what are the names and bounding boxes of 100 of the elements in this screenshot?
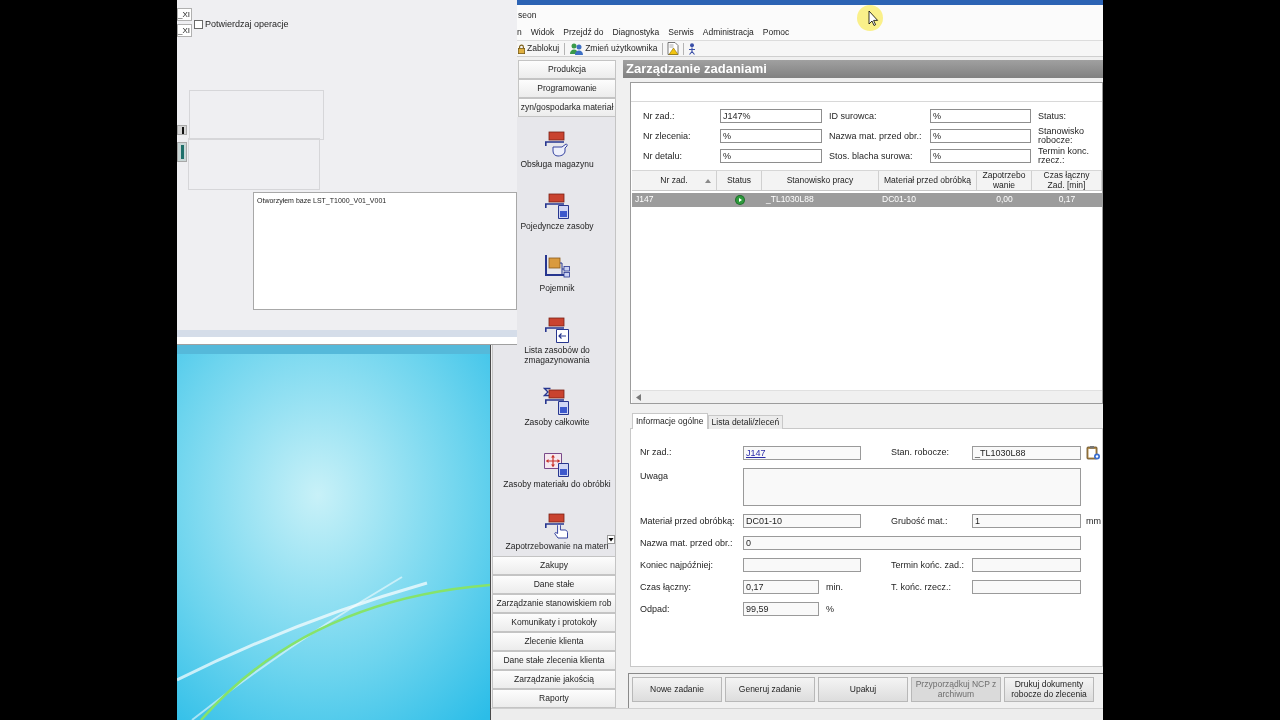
shelf-arrow-icon: [543, 315, 571, 343]
field-label: Nr zad.:: [643, 110, 676, 122]
toolbar-button[interactable]: Zablokuj: [517, 41, 561, 56]
filter-field[interactable]: %: [720, 149, 822, 163]
nav-tool-item[interactable]: Zapotrzebowanie na materi: [505, 511, 609, 551]
table-cell-text: 0,00: [995, 195, 1014, 205]
nav-tool-item[interactable]: Obsługa magazynu: [520, 129, 594, 169]
users-icon: [570, 42, 584, 55]
note-field[interactable]: [743, 468, 1081, 506]
menu-item[interactable]: Widok: [530, 28, 555, 38]
field-label: Stan. robocze:: [891, 447, 951, 458]
nav-tool-item[interactable]: Zasoby całkowite: [524, 387, 590, 427]
column-header[interactable]: Czas łączny Zad. [min]: [1032, 171, 1102, 190]
text-field[interactable]: 0: [743, 536, 1081, 550]
text-field[interactable]: J147: [743, 445, 861, 460]
nav-button[interactable]: Zlecenie klienta: [492, 632, 616, 651]
nav-button[interactable]: Komunikaty i protokoły: [492, 613, 616, 632]
field-label: Czas łączny:: [640, 581, 693, 593]
checkbox[interactable]: [194, 19, 203, 29]
field-label: Nr zlecenia:: [643, 130, 692, 142]
nav-tool-item[interactable]: Pojemnik: [539, 253, 575, 293]
nav-button[interactable]: Produkcja: [518, 60, 616, 79]
table-cell-text: _TL1030L88: [765, 195, 815, 205]
menu-item[interactable]: n: [517, 28, 522, 38]
column-header[interactable]: Materiał przed obróbką: [879, 171, 977, 190]
field-label: Stos. blacha surowa:: [828, 150, 914, 162]
table-cell-text: 0,17: [1057, 195, 1077, 205]
nav-tool-item[interactable]: Lista zasobów do zmagazynowania: [501, 315, 613, 365]
column-header[interactable]: Status: [717, 171, 762, 190]
table-cell-text: DC01-10: [881, 195, 918, 205]
action-button[interactable]: Generuj zadanie: [725, 677, 815, 702]
field-label: Status:: [1037, 111, 1067, 121]
nav-button[interactable]: Zarządzanie stanowiskiem rob: [492, 594, 616, 613]
nav-button[interactable]: Dane stałe zlecenia klienta: [492, 651, 616, 670]
checkbox-label[interactable]: Potwierdzaj operacje: [205, 19, 289, 30]
text-field[interactable]: 1: [972, 514, 1081, 528]
tab[interactable]: Lista detali/zleceń: [707, 415, 784, 429]
window-title: seon: [518, 10, 537, 21]
field-label: Nazwa mat. przed obr.:: [828, 130, 923, 142]
column-header[interactable]: Zapotrzebowanie: [977, 171, 1032, 190]
nav-button[interactable]: Raporty: [492, 689, 616, 708]
clipboard-icon[interactable]: [1086, 445, 1100, 460]
person-icon[interactable]: [688, 42, 697, 55]
table-cell-text: J147: [634, 195, 655, 205]
field-label: Termin konc. rzecz.:: [1037, 147, 1091, 165]
menu-item[interactable]: Pomoc: [762, 28, 790, 38]
report-icon[interactable]: [667, 42, 680, 55]
field-label: Nazwa mat. przed obr.:: [640, 537, 734, 549]
field-label: Odpad:: [640, 603, 671, 615]
dropdown-arrow-icon[interactable]: [607, 535, 615, 544]
menu-item[interactable]: Serwis: [668, 28, 694, 38]
menu-item[interactable]: Diagnostyka: [612, 28, 660, 38]
filter-field[interactable]: %: [930, 109, 1031, 123]
action-button[interactable]: Nowe zadanie: [632, 677, 722, 702]
task-link[interactable]: J147: [746, 447, 766, 458]
text-field[interactable]: 0,17: [743, 580, 819, 594]
menu-item[interactable]: Przejdź do: [563, 28, 604, 38]
scroll-left-icon[interactable]: [636, 393, 641, 401]
action-button[interactable]: Drukuj dokumenty robocze do zlecenia: [1004, 677, 1094, 702]
field-label: Stanowisko robocze:: [1037, 127, 1086, 145]
nav-button[interactable]: Zakupy: [492, 556, 616, 575]
page-title: Zarządzanie zadaniami: [623, 60, 1103, 78]
text-field[interactable]: [972, 580, 1081, 594]
action-button[interactable]: Upakuj: [818, 677, 908, 702]
menu-item[interactable]: Administracja: [702, 28, 754, 38]
unit-label: %: [826, 603, 834, 615]
lock-icon: [518, 43, 525, 54]
text-field[interactable]: [972, 558, 1081, 572]
field-label: ID surowca:: [828, 110, 878, 122]
filter-field[interactable]: %: [930, 129, 1031, 143]
toolbar-button[interactable]: Zmień użytkownika: [569, 41, 659, 56]
nav-button[interactable]: Zarządzanie jakością: [492, 670, 616, 689]
field-label: Materiał przed obróbką:: [640, 515, 736, 527]
field-label: Grubość mat.:: [891, 515, 949, 527]
column-header[interactable]: Stanowisko pracy: [762, 171, 879, 190]
horizontal-scrollbar[interactable]: [632, 390, 1102, 403]
text-field[interactable]: DC01-10: [743, 514, 861, 528]
filter-field[interactable]: J147%: [720, 109, 822, 123]
nav-button[interactable]: zyn/gospodarka materiał: [518, 98, 616, 117]
field-label: T. końc. rzecz.:: [891, 581, 953, 593]
text-field[interactable]: [743, 558, 861, 572]
field-label: Termin końc. zad.:: [891, 559, 966, 571]
text-field[interactable]: 99,59: [743, 602, 819, 616]
filter-field[interactable]: %: [720, 129, 822, 143]
text-field[interactable]: _TL1030L88: [972, 445, 1081, 460]
nav-tool-item[interactable]: Pojedyncze zasoby: [520, 191, 594, 231]
column-header[interactable]: Nr zad.: [632, 171, 717, 190]
field-label: Uwaga: [640, 471, 669, 482]
nav-button[interactable]: Programowanie: [518, 79, 616, 98]
sigma-shelf-icon: [543, 387, 571, 415]
text-field[interactable]: _XI: [177, 24, 192, 37]
control-edge: [177, 142, 187, 162]
text-field[interactable]: _XI: [177, 8, 192, 21]
filter-field[interactable]: %: [930, 149, 1031, 163]
nav-button[interactable]: Dane stałe: [492, 575, 616, 594]
shelf-pointer-icon: [543, 511, 571, 539]
unit-label: min.: [826, 581, 843, 593]
nav-tool-item[interactable]: Zasoby materiału do obróbki: [503, 449, 611, 489]
tab[interactable]: Informacje ogólne: [632, 413, 708, 429]
container-icon: [543, 253, 571, 281]
